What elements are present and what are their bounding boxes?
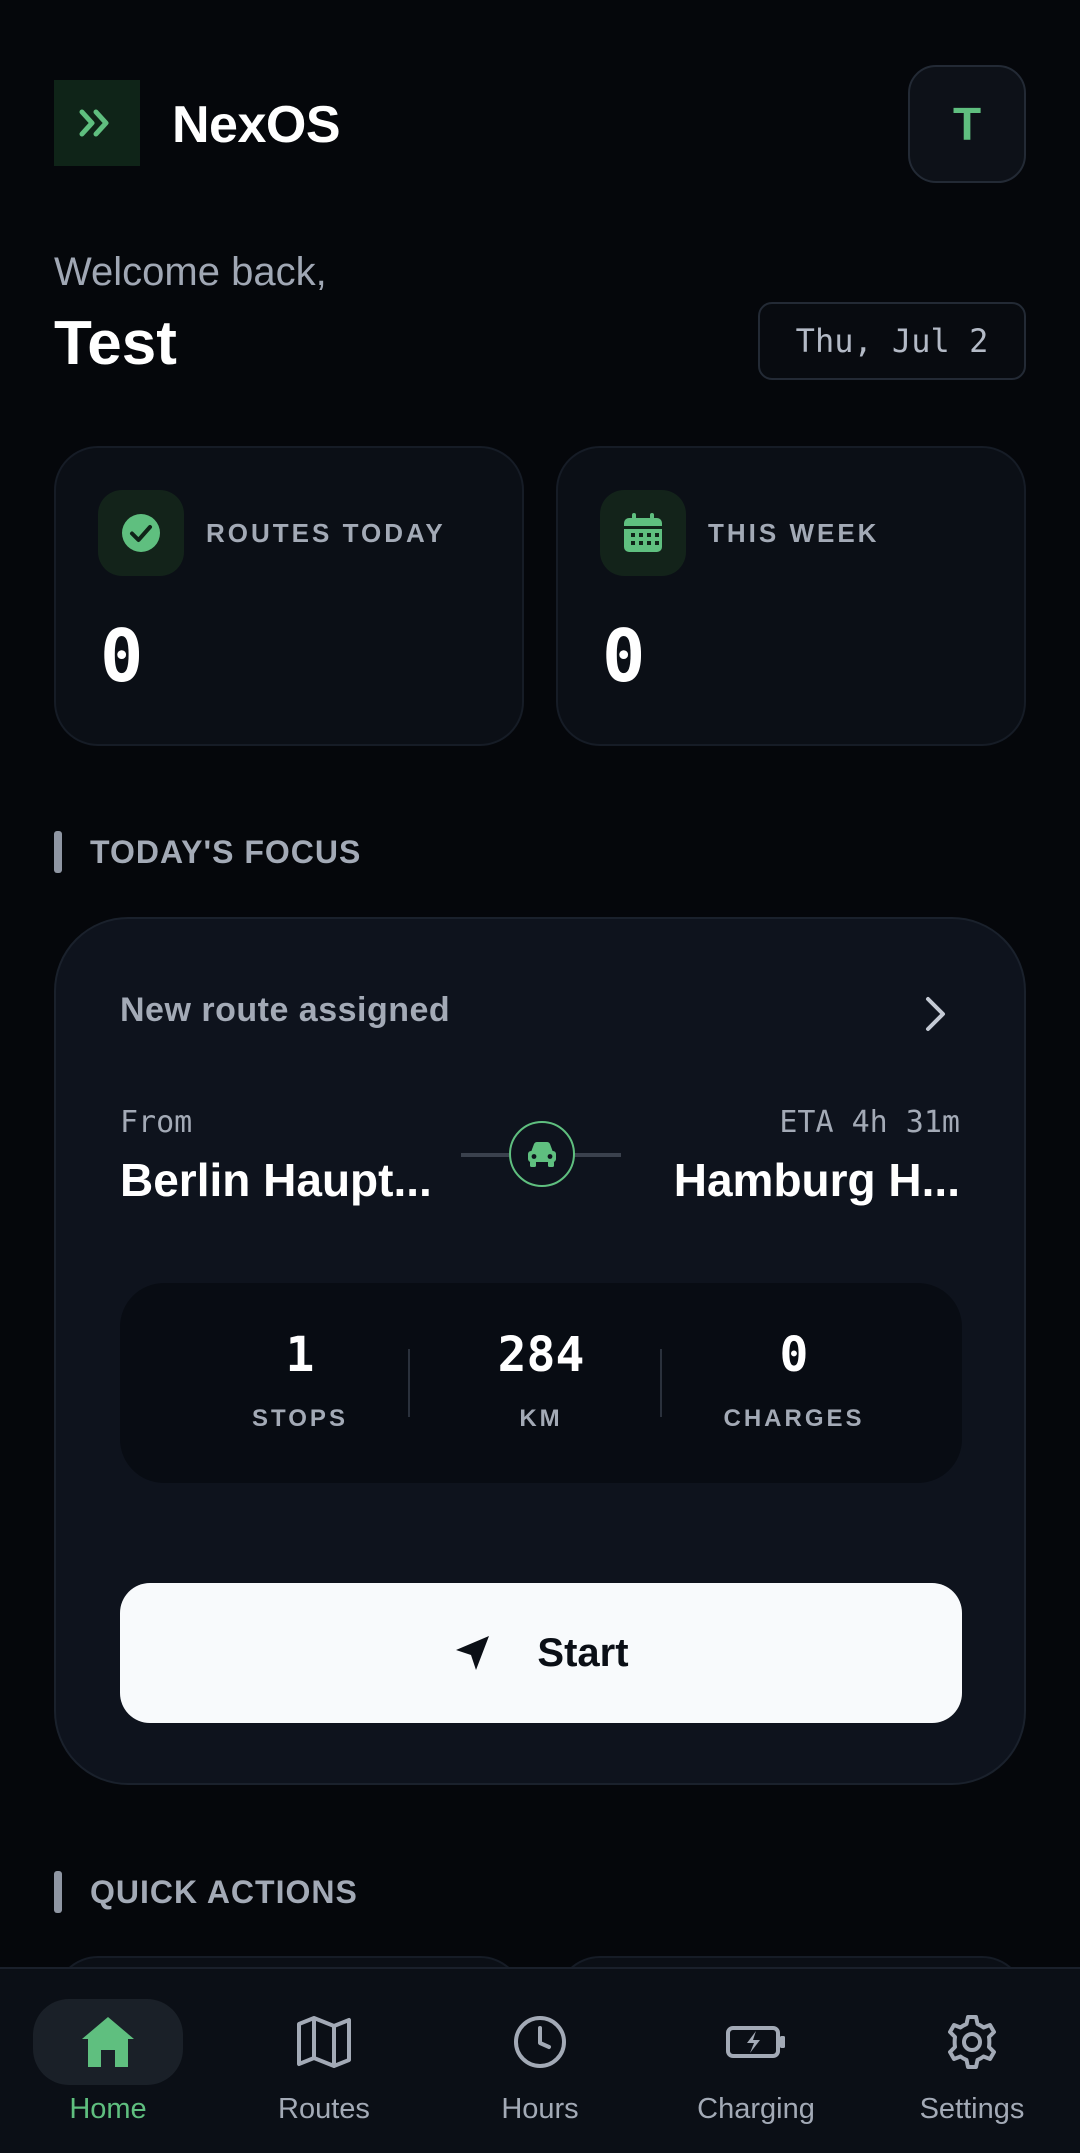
focus-heading: New route assigned	[120, 991, 451, 1029]
divider	[660, 1349, 662, 1417]
battery-charging-icon	[681, 1999, 831, 2085]
logo	[54, 80, 140, 166]
navigation-arrow-icon	[456, 1636, 490, 1670]
route-metrics: 1 STOPS 284 KM 0 CHARGES	[120, 1283, 962, 1483]
home-icon	[33, 1999, 183, 2085]
nav-label: Charging	[697, 2093, 815, 2125]
brand-name: NexOS	[172, 96, 341, 154]
stat-label: ROUTES TODAY	[206, 518, 446, 548]
nav-label: Home	[69, 2093, 147, 2125]
nav-label: Routes	[278, 2093, 370, 2125]
destination-name: Hamburg H...	[673, 1154, 960, 1206]
section-quick-actions: QUICK ACTIONS	[54, 1871, 358, 1913]
map-icon	[249, 1999, 399, 2085]
metric-label: CHARGES	[723, 1405, 865, 1432]
metric-value: 0	[779, 1327, 809, 1383]
header: NexOS T	[54, 65, 1026, 183]
bottom-nav: Home Routes Hours Charging Settings	[0, 1967, 1080, 2153]
clock-icon	[465, 1999, 615, 2085]
nav-item-charging[interactable]: Charging	[666, 1999, 846, 2139]
origin-name: Berlin Haupt...	[120, 1154, 432, 1206]
section-accent-bar	[54, 1871, 62, 1913]
section-title: TODAY'S FOCUS	[90, 833, 362, 870]
date-badge: Thu, Jul 2	[758, 302, 1026, 380]
nav-item-settings[interactable]: Settings	[882, 1999, 1062, 2139]
nav-item-routes[interactable]: Routes	[234, 1999, 414, 2139]
gear-icon	[897, 1999, 1047, 2085]
chevron-right-icon[interactable]	[916, 989, 956, 1039]
user-name: Test	[54, 309, 177, 378]
stat-label: THIS WEEK	[708, 518, 880, 548]
stat-card-routes-today[interactable]: ROUTES TODAY 0	[54, 446, 524, 746]
metric-charges: 0 CHARGES	[694, 1327, 894, 1433]
stat-value: 0	[100, 614, 144, 698]
stat-value: 0	[602, 614, 646, 698]
check-circle-icon	[98, 490, 184, 576]
nav-label: Settings	[919, 2093, 1025, 2125]
avatar[interactable]: T	[908, 65, 1026, 183]
eta-label: ETA 4h 31m	[779, 1105, 960, 1140]
metric-label: KM	[519, 1405, 563, 1432]
section-todays-focus: TODAY'S FOCUS	[54, 831, 361, 873]
car-icon	[509, 1121, 575, 1187]
nav-item-hours[interactable]: Hours	[450, 1999, 630, 2139]
metric-value: 284	[497, 1327, 585, 1383]
calendar-icon	[600, 490, 686, 576]
metric-value: 1	[285, 1327, 315, 1383]
focus-card[interactable]: New route assigned From Berlin Haupt... …	[54, 917, 1026, 1785]
section-accent-bar	[54, 831, 62, 873]
double-chevron-icon	[79, 109, 109, 137]
metric-km: 284 KM	[441, 1327, 641, 1433]
section-title: QUICK ACTIONS	[90, 1873, 358, 1910]
start-button-label: Start	[537, 1630, 629, 1675]
stat-card-this-week[interactable]: THIS WEEK 0	[556, 446, 1026, 746]
start-button[interactable]: Start	[120, 1583, 962, 1723]
welcome-greeting: Welcome back,	[54, 250, 327, 294]
metric-label: STOPS	[252, 1405, 348, 1432]
nav-label: Hours	[501, 2093, 579, 2125]
divider	[408, 1349, 410, 1417]
nav-item-home[interactable]: Home	[18, 1999, 198, 2139]
from-label: From	[120, 1105, 193, 1140]
metric-stops: 1 STOPS	[200, 1327, 400, 1433]
